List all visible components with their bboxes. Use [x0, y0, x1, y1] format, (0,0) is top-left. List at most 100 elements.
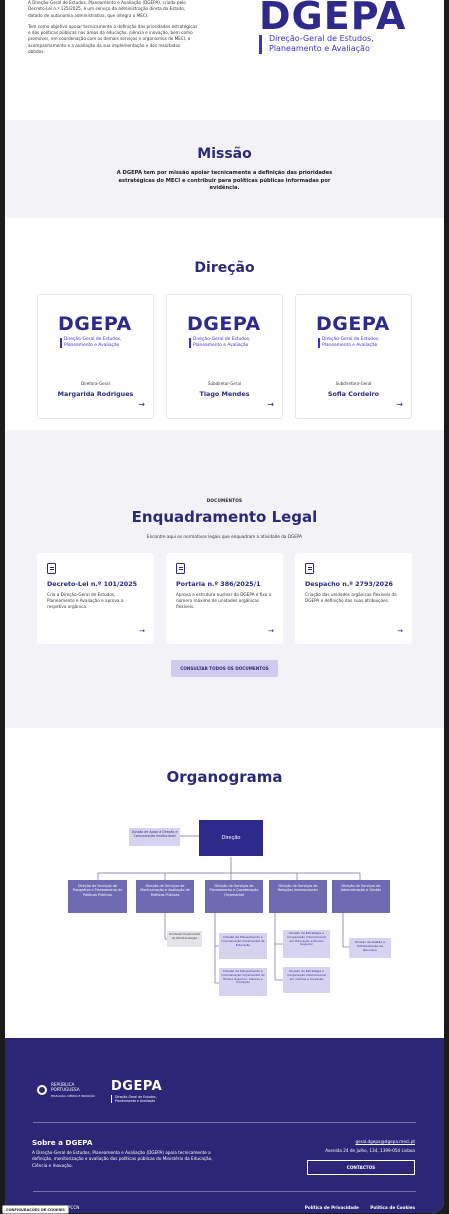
org-node-division-label: Divisão de Planeamento e Coordenação Orç…	[221, 935, 265, 947]
direction-title: Direção	[194, 260, 255, 276]
legal-kicker: DOCUMENTOS	[206, 498, 243, 503]
intro-section: A Direção-Geral de Estudos, Planeamento …	[5, 0, 444, 120]
org-node-division-box: Divisão de Gestão e Administração de Rec…	[354, 940, 386, 952]
footer-links: Política de Privacidade Política de Cook…	[295, 1205, 415, 1210]
director-role: Subdiretor-Geral	[207, 381, 242, 386]
org-node-division-label: Divisão de Gestão e Administração de Rec…	[354, 940, 386, 952]
logo-line: Direção-Geral de Estudos,	[269, 34, 374, 43]
org-node-division-box: Divisão de Planeamento e Coordenação Orç…	[221, 935, 265, 947]
card-logo: DGEPA	[187, 313, 261, 335]
cookie-policy-link[interactable]: Política de Cookies	[370, 1205, 415, 1210]
org-node-service-box: Direção de Serviços de Monitorização e A…	[140, 884, 190, 897]
org-chart-section: Organograma Direção Divisão de Apoio à D…	[5, 728, 444, 1038]
footer-divider	[33, 1191, 416, 1192]
republic-logo-text: REPÚBLICA PORTUGUESA EDUCAÇÃO, CIÊNCIA E…	[51, 1082, 95, 1099]
footer-logo-bar	[111, 1095, 112, 1103]
legal-title: Enquadramento Legal	[131, 508, 318, 526]
logo-mark: DGEPA	[259, 0, 407, 38]
org-node-service-label: Direção de Serviços de Planeamento e Coo…	[209, 884, 259, 897]
arrow-right-icon[interactable]: →	[139, 627, 145, 635]
org-chart: Direção Divisão de Apoio à Direção e Com…	[68, 820, 391, 996]
org-node-service-box: Direção de Serviços de Prospetiva e Plan…	[72, 884, 123, 897]
org-node-support-label: Divisão de Apoio à Direção e Comunicação…	[131, 830, 178, 838]
org-node-division-box: Unidade Orçamental de Monitorização	[169, 932, 200, 940]
logo-line: Planeamento e Avaliação	[322, 342, 378, 348]
intro-paragraph: A Direção-Geral de Estudos, Planeamento …	[28, 0, 186, 18]
org-node-support-box: Divisão de Apoio à Direção e Comunicação…	[131, 830, 178, 838]
site-footer: REPÚBLICA PORTUGUESA EDUCAÇÃO, CIÊNCIA E…	[5, 1038, 444, 1213]
contacts-button[interactable]: CONTACTOS	[307, 1160, 415, 1175]
logo-line: Planeamento e Avaliação	[269, 44, 370, 53]
republic-ministry: EDUCAÇÃO, CIÊNCIA E INOVAÇÃO	[51, 1095, 95, 1098]
document-desc: Criação das unidades orgânicas flexíveis…	[305, 592, 397, 604]
org-node-division-box: Divisão de Planeamento e Coordenação Orç…	[221, 969, 265, 985]
card-logo-subtitle: Direção-Geral de Estudos, Planeamento e A…	[322, 337, 379, 348]
document-card[interactable]: Portaria n.º 386/2025/1 Aprova a estrutu…	[166, 553, 283, 644]
org-node-service-label: Direção de Serviços de Prospetiva e Plan…	[72, 884, 123, 897]
mission-title: Missão	[197, 146, 252, 162]
card-logo: DGEPA	[316, 313, 390, 335]
direction-cards: DGEPA Direção-Geral de Estudos, Planeamen…	[5, 294, 444, 419]
arrow-right-icon[interactable]: →	[397, 627, 403, 635]
org-node-division-label: Unidade Orçamental de Monitorização	[169, 932, 200, 940]
mission-text: A DGEPA tem por missão apoiar tecnicamen…	[116, 170, 333, 191]
legal-section: DOCUMENTOS Enquadramento Legal Encontre …	[5, 430, 444, 728]
org-node-division-box: Divisão de Estratégia e Cooperação Inter…	[287, 931, 326, 947]
legal-docs: Decreto-Lei n.º 101/2025 Cria a Direção-…	[5, 553, 444, 644]
logo-line: Planeamento e Avaliação	[64, 342, 120, 348]
direction-section: Direção DGEPA Direção-Geral de Estudos, P…	[5, 218, 444, 430]
document-title: Portaria n.º 386/2025/1	[176, 580, 261, 588]
logo-bar	[259, 35, 262, 54]
director-card[interactable]: DGEPA Direção-Geral de Estudos, Planeamen…	[295, 294, 412, 419]
director-name: Margarida Rodrigues	[57, 390, 134, 398]
card-logo: DGEPA	[58, 313, 132, 335]
card-logo-subtitle: Direção-Geral de Estudos, Planeamento e A…	[193, 337, 250, 348]
card-logo-subtitle: Direção-Geral de Estudos, Planeamento e A…	[64, 337, 121, 348]
document-desc: Cria a Direção-Geral de Estudos, Planeam…	[47, 592, 124, 610]
org-node-division-box: Divisão de Estratégia e Cooperação Inter…	[287, 969, 326, 981]
director-role: Subdiretora-Geral	[335, 381, 372, 386]
footer-logo-subtitle: Direção-Geral de Estudos, Planeamento e A…	[115, 1095, 157, 1103]
footer-address: Avenida 24 de Julho, 134, 1399-054 Lisbo…	[325, 1148, 415, 1153]
footer-divider	[33, 1122, 416, 1123]
republic-emblem-icon	[37, 1085, 47, 1095]
org-divisions: Unidade Orçamental de Monitorização Divi…	[167, 930, 391, 996]
document-card[interactable]: Despacho n.º 2793/2026 Criação das unida…	[295, 553, 412, 644]
document-card[interactable]: Decreto-Lei n.º 101/2025 Cria a Direção-…	[37, 553, 154, 644]
mission-section: Missão A DGEPA tem por missão apoiar tec…	[5, 120, 444, 218]
document-title: Despacho n.º 2793/2026	[305, 580, 393, 588]
org-node-division-label: Divisão de Estratégia e Cooperação Inter…	[287, 969, 326, 981]
footer-about-title: Sobre a DGEPA	[32, 1138, 93, 1147]
footer-email-link[interactable]: geral.dgepa@dgepa.meci.pt	[355, 1139, 415, 1144]
org-node-root-label: Direção	[222, 835, 241, 841]
footer-logo: DGEPA	[111, 1079, 163, 1094]
arrow-right-icon[interactable]: →	[268, 627, 274, 635]
document-icon	[176, 563, 185, 574]
logo-line: Direção-Geral de Estudos,	[64, 337, 122, 342]
logo-bar	[60, 338, 62, 348]
org-node-service-label: Direção de Serviços de Monitorização e A…	[140, 884, 190, 897]
director-name: Tiago Mendes	[199, 390, 250, 398]
privacy-policy-link[interactable]: Política de Privacidade	[305, 1205, 359, 1210]
logo-bar	[318, 338, 320, 348]
director-card[interactable]: DGEPA Direção-Geral de Estudos, Planeamen…	[166, 294, 283, 419]
org-node-service-box: Direção de Serviços de Administração e G…	[341, 884, 382, 892]
org-node-division-label: Divisão de Planeamento e Coordenação Orç…	[221, 969, 265, 985]
org-node-service-box: Direção de Serviços de Relações Internac…	[278, 884, 318, 892]
all-documents-button[interactable]: CONSULTAR TODOS OS DOCUMENTOS	[171, 660, 278, 677]
org-node-division-label: Divisão de Estratégia e Cooperação Inter…	[287, 931, 326, 947]
arrow-right-icon[interactable]: →	[396, 400, 403, 409]
logo-line: Direção-Geral de Estudos,	[193, 337, 251, 342]
document-icon	[305, 563, 314, 574]
arrow-right-icon[interactable]: →	[267, 400, 274, 409]
intro-text: A Direção-Geral de Estudos, Planeamento …	[28, 0, 198, 60]
intro-paragraph: Tem como objetivo apoiar tecnicamente a …	[28, 23, 198, 55]
logo-subtitle: Direção-Geral de Estudos, Planeamento e …	[269, 34, 374, 54]
arrow-right-icon[interactable]: →	[138, 400, 145, 409]
director-role: Diretora-Geral	[81, 381, 110, 386]
footer-about-text: A Direção-Geral de Estudos, Planeamento …	[32, 1150, 213, 1168]
legal-lead: Encontre aqui os normativos legais que e…	[146, 534, 303, 539]
document-desc: Aprova a estrutura nuclear da DGEPA e fi…	[176, 592, 272, 610]
director-card[interactable]: DGEPA Direção-Geral de Estudos, Planeamen…	[37, 294, 154, 419]
logo-line: Planeamento e Avaliação	[193, 342, 249, 348]
